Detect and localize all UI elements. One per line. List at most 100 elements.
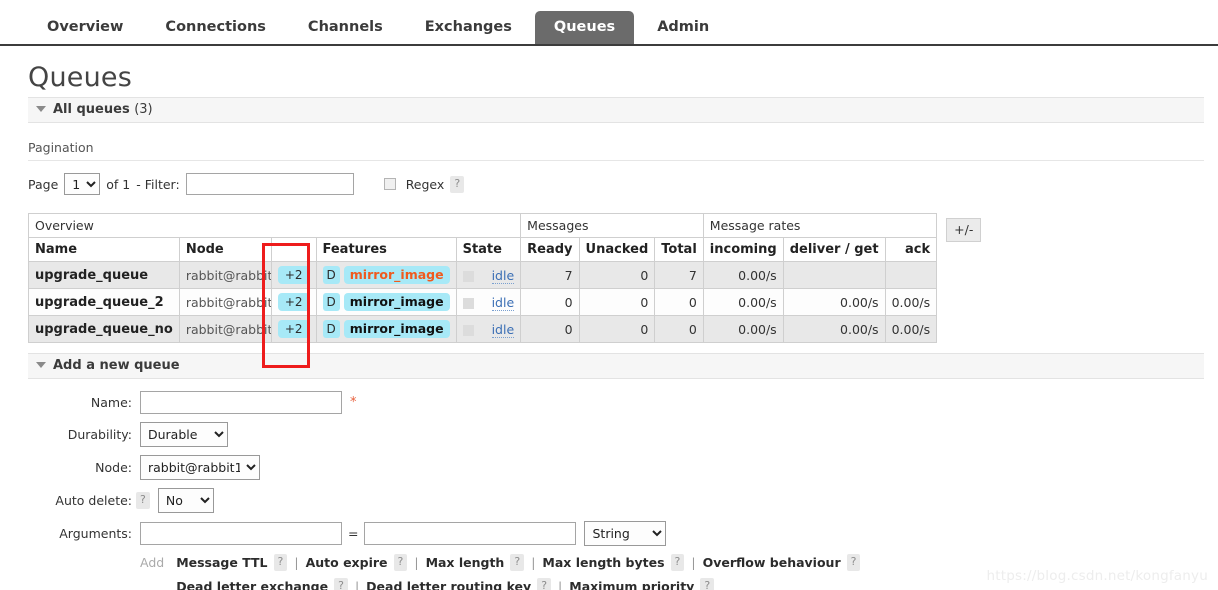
preset-message-ttl-help-icon[interactable]: ? [273, 554, 288, 571]
regex-help-icon[interactable]: ? [450, 175, 465, 193]
feature-mirror-image-badge: mirror_image [343, 293, 450, 311]
queue-plus-cell[interactable]: +2 [270, 288, 317, 316]
page-select[interactable]: 1 [64, 173, 101, 195]
plus-badge[interactable]: +2 [277, 320, 310, 338]
queue-features-cell: Dmirror_image [315, 315, 457, 343]
all-queues-section-header[interactable]: All queues (3) [28, 97, 1204, 123]
nav-tab-channels[interactable]: Channels [289, 11, 402, 44]
preset-message-ttl[interactable]: Message TTL [176, 555, 267, 570]
argument-preset-row-1: Message TTL ? | Auto expire ? | Max leng… [176, 554, 861, 571]
queue-features-cell: Dmirror_image [315, 261, 457, 289]
preset-dead-letter-routing-key-help-icon[interactable]: ? [537, 578, 552, 590]
queues-table-container: Overview Messages Message rates +/- Name… [27, 213, 982, 343]
queue-node-cell: rabbit@rabbit3 [178, 261, 272, 289]
regex-checkbox[interactable] [383, 178, 396, 190]
preset-max-length-bytes-help-icon[interactable]: ? [670, 554, 685, 571]
state-label: idle [491, 294, 515, 311]
table-row[interactable]: upgrade_queue_2 rabbit@rabbit1 +2 Dmirro… [28, 288, 988, 316]
queue-name-cell[interactable]: upgrade_queue_2 [28, 288, 180, 316]
arguments-label: Arguments: [59, 526, 132, 541]
state-label: idle [491, 321, 515, 338]
feature-durable-badge: D [322, 320, 340, 338]
queue-ack-cell: 0.00/s [884, 315, 938, 343]
required-indicator: * [350, 395, 357, 410]
state-indicator-icon [462, 324, 474, 336]
preset-dead-letter-exchange-help-icon[interactable]: ? [334, 578, 348, 590]
feature-mirror-image-badge: mirror_image [343, 266, 450, 284]
nav-tab-exchanges[interactable]: Exchanges [406, 11, 531, 44]
argument-type-select[interactable]: String [584, 521, 667, 546]
nav-tab-connections[interactable]: Connections [146, 11, 285, 44]
argument-value-input[interactable] [364, 522, 577, 545]
preset-auto-expire-help-icon[interactable]: ? [393, 554, 408, 571]
preset-max-length[interactable]: Max length [426, 555, 505, 570]
queue-total-cell: 0 [654, 288, 704, 316]
preset-max-length-bytes[interactable]: Max length bytes [542, 555, 664, 570]
separator: | [414, 555, 419, 570]
preset-dead-letter-exchange[interactable]: Dead letter exchange [176, 579, 328, 590]
preset-overflow-behaviour-help-icon[interactable]: ? [846, 554, 861, 571]
column-header-node[interactable]: Node [178, 237, 272, 262]
column-header-deliver-get[interactable]: deliver / get [782, 237, 886, 262]
add-argument-link[interactable]: Add [140, 555, 164, 570]
table-row[interactable]: upgrade_queue_no rabbit@rabbit3 +2 Dmirr… [28, 315, 988, 343]
durability-select[interactable]: Durable [140, 422, 228, 447]
preset-dead-letter-routing-key[interactable]: Dead letter routing key [366, 579, 531, 590]
auto-delete-help-icon[interactable]: ? [136, 492, 150, 509]
form-row-arguments: Arguments: = String [28, 521, 1218, 546]
node-select[interactable]: rabbit@rabbit1 [140, 455, 260, 480]
argument-preset-row-2: Dead letter exchange ? | Dead letter rou… [176, 578, 860, 590]
nav-tab-queues[interactable]: Queues [534, 11, 635, 44]
column-header-total[interactable]: Total [654, 237, 704, 262]
collapse-caret-icon[interactable] [36, 105, 46, 112]
column-header-ready[interactable]: Ready [520, 237, 580, 262]
form-row-auto-delete: Auto delete: ? No [28, 488, 1218, 513]
preset-auto-expire[interactable]: Auto expire [306, 555, 388, 570]
queues-table: Overview Messages Message rates +/- Name… [27, 213, 988, 343]
columns-toggle-button[interactable]: +/- [946, 217, 982, 242]
queue-incoming-cell: 0.00/s [702, 261, 784, 289]
name-label: Name: [90, 395, 132, 410]
page-of-text: of 1 [106, 176, 131, 192]
queue-name-cell[interactable]: upgrade_queue_no [28, 315, 180, 343]
filter-input[interactable] [185, 173, 354, 195]
column-header-incoming[interactable]: incoming [702, 237, 784, 262]
state-indicator-icon [462, 297, 474, 309]
preset-max-length-help-icon[interactable]: ? [510, 554, 525, 571]
plus-badge[interactable]: +2 [277, 266, 310, 284]
plus-badge[interactable]: +2 [277, 293, 310, 311]
column-header-features[interactable]: Features [315, 237, 457, 262]
equals-sign: = [348, 526, 359, 541]
nav-tab-overview[interactable]: Overview [28, 11, 142, 44]
queue-incoming-cell: 0.00/s [702, 315, 784, 343]
queue-unacked-cell: 0 [578, 261, 656, 289]
column-header-unacked[interactable]: Unacked [578, 237, 656, 262]
page-word: Page [28, 176, 59, 192]
column-header-state[interactable]: State [455, 237, 522, 262]
group-header-message-rates: Message rates [702, 213, 938, 238]
queue-unacked-cell: 0 [578, 288, 656, 316]
preset-maximum-priority-help-icon[interactable]: ? [700, 578, 715, 590]
queue-name-input[interactable] [140, 391, 342, 414]
all-queues-count: (3) [134, 102, 153, 117]
table-row[interactable]: upgrade_queue rabbit@rabbit3 +2 Dmirror_… [28, 261, 988, 289]
preset-overflow-behaviour[interactable]: Overflow behaviour [703, 555, 841, 570]
queue-total-cell: 7 [654, 261, 704, 289]
argument-preset-rows: Message TTL ? | Auto expire ? | Max leng… [176, 554, 861, 590]
columns-toggle-cell: +/- [937, 214, 988, 343]
queue-plus-cell[interactable]: +2 [270, 315, 317, 343]
preset-maximum-priority[interactable]: Maximum priority [569, 579, 694, 590]
nav-tab-admin[interactable]: Admin [638, 11, 728, 44]
column-header-name[interactable]: Name [28, 237, 180, 262]
add-queue-section-header[interactable]: Add a new queue [28, 353, 1204, 379]
pagination-label: Pagination [28, 140, 1204, 161]
auto-delete-select[interactable]: No [157, 488, 214, 513]
argument-key-input[interactable] [140, 522, 342, 545]
queue-name-cell[interactable]: upgrade_queue [28, 261, 180, 289]
watermark: https://blog.csdn.net/kongfanyu [986, 568, 1208, 584]
state-label: idle [491, 267, 515, 284]
add-queue-collapse-caret-icon[interactable] [36, 361, 46, 368]
queue-plus-cell[interactable]: +2 [270, 261, 317, 289]
auto-delete-label: Auto delete: [55, 493, 132, 508]
column-header-ack[interactable]: ack [884, 237, 938, 262]
